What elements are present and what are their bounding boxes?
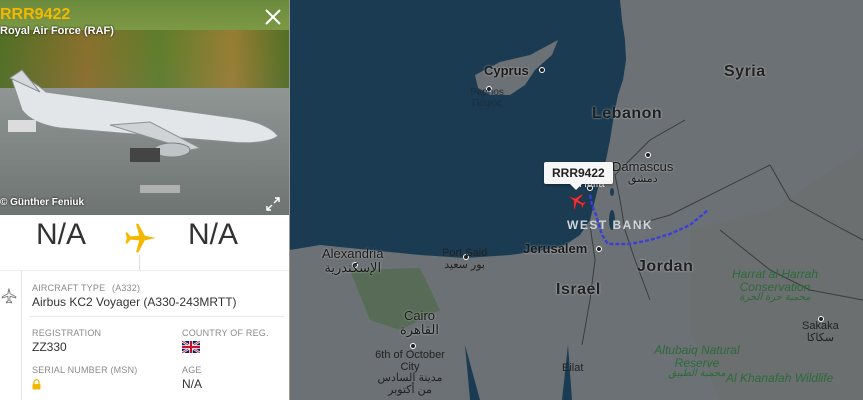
flight-callsign-label[interactable]: RRR9422 bbox=[544, 162, 613, 190]
destination-code[interactable]: N/A bbox=[188, 218, 238, 252]
close-icon[interactable] bbox=[262, 6, 284, 28]
label-paphos-en: Paphos bbox=[470, 87, 504, 98]
label-damascus: Damascus دمشق bbox=[612, 160, 673, 185]
serial-number-label: SERIAL NUMBER (MSN) bbox=[32, 365, 138, 375]
aircraft-type-label: AIRCRAFT TYPE (A332) bbox=[32, 283, 140, 293]
details-icon-column bbox=[0, 271, 22, 400]
flight-info-panel: RRR9422 Royal Air Force (RAF) © Günther … bbox=[0, 0, 290, 400]
label-alexandria-en: Alexandria bbox=[322, 246, 384, 261]
label-al-khanafah: Al Khanafah Wildlife bbox=[726, 371, 834, 385]
aircraft-type-code: (A332) bbox=[112, 283, 141, 293]
age-value: N/A bbox=[182, 377, 203, 391]
origin-code[interactable]: N/A bbox=[36, 218, 86, 252]
label-harrat: Harrat al Harrah Conservation محمية حرة … bbox=[725, 268, 825, 304]
expand-photo-icon[interactable] bbox=[265, 196, 281, 212]
photo-credit[interactable]: © Günther Feniuk bbox=[0, 197, 84, 208]
label-syria: Syria bbox=[724, 63, 766, 80]
label-port-said-en: Port Said bbox=[442, 247, 488, 259]
label-harrat-ar: محمية حرة الحرة bbox=[739, 292, 811, 304]
aircraft-marker-icon[interactable] bbox=[566, 190, 588, 212]
label-paphos-gr: Πάφος bbox=[472, 97, 502, 109]
label-eilat: Eilat bbox=[562, 362, 584, 374]
label-harrat-en: Harrat al Harrah Conservation bbox=[731, 267, 819, 294]
aircraft-details: AIRCRAFT TYPE (A332) Airbus KC2 Voyager … bbox=[0, 270, 289, 400]
label-damascus-ar: دمشق bbox=[627, 172, 658, 185]
label-cairo-ar: القاهرة bbox=[400, 321, 439, 337]
uk-flag-icon bbox=[181, 340, 201, 354]
label-sakaka-en: Sakaka bbox=[802, 320, 839, 332]
aircraft-icon bbox=[0, 287, 18, 305]
label-damascus-en: Damascus bbox=[612, 159, 674, 174]
registration-label: REGISTRATION bbox=[32, 328, 102, 338]
label-october-city-en: 6th of October City bbox=[375, 349, 445, 373]
damascus-dot bbox=[645, 152, 651, 158]
country-label: COUNTRY OF REG. bbox=[182, 328, 269, 338]
label-october-city-ar: مدينة السادس من أكتوبر bbox=[377, 372, 443, 396]
label-altubaiq-en: Altubaiq Natural Reserve bbox=[654, 343, 740, 370]
registration-value[interactable]: ZZ330 bbox=[32, 340, 67, 354]
aircraft-type-value[interactable]: Airbus KC2 Voyager (A330-243MRTT) bbox=[32, 295, 237, 309]
label-cairo-en: Cairo bbox=[403, 308, 436, 323]
details-separator bbox=[30, 316, 284, 317]
label-alexandria-ar: الإسكندرية bbox=[324, 259, 382, 275]
route-divider bbox=[139, 255, 140, 270]
route-plane-icon bbox=[121, 219, 159, 257]
label-lebanon: Lebanon bbox=[592, 105, 663, 122]
label-sakaka: Sakaka سكاكا bbox=[802, 320, 839, 344]
cyprus-dot bbox=[539, 67, 545, 73]
flight-map[interactable]: Cyprus Paphos Πάφος Syria Lebanon Damasc… bbox=[290, 0, 863, 400]
route-summary: N/A N/A bbox=[0, 215, 289, 270]
label-cairo: Cairo القاهرة bbox=[400, 309, 439, 336]
label-october-city: 6th of October City مدينة السادس من أكتو… bbox=[370, 349, 450, 396]
jerusalem-dot bbox=[596, 246, 602, 252]
label-israel: Israel bbox=[556, 281, 601, 298]
label-port-said: Port Said بور سعيد bbox=[442, 247, 488, 271]
label-jerusalem: Jerusalem bbox=[523, 241, 588, 256]
label-jordan: Jordan bbox=[637, 258, 694, 275]
label-cyprus: Cyprus bbox=[484, 63, 529, 78]
operator-name: Royal Air Force (RAF) bbox=[0, 25, 114, 37]
aircraft-type-label-text: AIRCRAFT TYPE bbox=[32, 283, 106, 293]
lock-icon[interactable] bbox=[32, 377, 41, 390]
label-sakaka-ar: سكاكا bbox=[806, 331, 834, 344]
callsign: RRR9422 bbox=[0, 6, 71, 23]
aircraft-photo[interactable]: RRR9422 Royal Air Force (RAF) © Günther … bbox=[0, 0, 289, 215]
label-west-bank: WEST BANK bbox=[567, 218, 654, 232]
age-label: AGE bbox=[182, 365, 202, 375]
label-port-said-ar: بور سعيد bbox=[444, 258, 485, 271]
label-alexandria: Alexandria الإسكندرية bbox=[322, 247, 383, 274]
label-paphos: Paphos Πάφος bbox=[470, 87, 504, 109]
